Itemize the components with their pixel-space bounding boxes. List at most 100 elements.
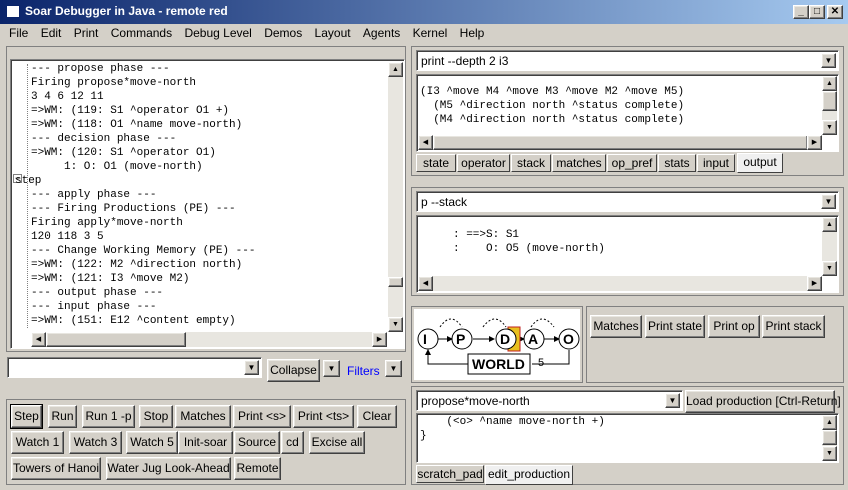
title-bar[interactable]: Soar Debugger in Java - remote red _ □ ✕ xyxy=(0,0,848,24)
stack-dropdown-icon[interactable]: ▼ xyxy=(821,194,836,209)
menu-agents[interactable]: Agents xyxy=(363,24,400,40)
tab-input[interactable]: input xyxy=(697,154,735,172)
editor-vertical-scrollbar[interactable]: ▲ ▼ xyxy=(822,415,837,461)
stack-command-combo[interactable]: p --stack ▼ xyxy=(416,191,839,212)
node-i xyxy=(417,328,439,350)
scroll-right-icon[interactable]: ▶ xyxy=(807,276,822,291)
scroll-down-icon[interactable]: ▼ xyxy=(822,261,837,276)
scroll-thumb[interactable] xyxy=(388,277,403,287)
print-command-combo[interactable]: print --depth 2 i3 ▼ xyxy=(416,50,839,71)
watch-3-button[interactable]: Watch 3 xyxy=(69,431,122,454)
menu-edit[interactable]: Edit xyxy=(41,24,62,40)
trace-horizontal-scrollbar[interactable]: ◀ ▶ xyxy=(31,332,387,347)
stack-lines: : ==>S: S1 : O: O5 (move-north) xyxy=(420,228,605,256)
trace-line: =>WM: (119: S1 ^operator O1 +) xyxy=(31,105,230,117)
tab-stack[interactable]: stack xyxy=(511,154,551,172)
matches-action-button[interactable]: Matches xyxy=(590,315,642,338)
scroll-right-icon[interactable]: ▶ xyxy=(372,332,387,347)
trace-line: Firing apply*move-north xyxy=(31,217,183,229)
run-1-p-button[interactable]: Run 1 -p xyxy=(82,405,135,428)
stop-button[interactable]: Stop xyxy=(139,405,173,428)
init-soar-button[interactable]: Init-soar xyxy=(178,431,233,454)
print-state-button[interactable]: Print state xyxy=(645,315,705,338)
production-dropdown-icon[interactable]: ▼ xyxy=(665,393,680,408)
production-combo[interactable]: propose*move-north ▼ xyxy=(416,390,683,411)
tab-edit-production[interactable]: edit_production xyxy=(485,465,573,485)
scroll-left-icon[interactable]: ◀ xyxy=(418,276,433,291)
menu-kernel[interactable]: Kernel xyxy=(413,24,448,40)
scroll-thumb[interactable] xyxy=(46,332,186,347)
scroll-up-icon[interactable]: ▲ xyxy=(822,217,837,232)
menu-layout[interactable]: Layout xyxy=(315,24,351,40)
menu-help[interactable]: Help xyxy=(460,24,485,40)
watch-5-button[interactable]: Watch 5 xyxy=(126,431,178,454)
tab-scratch-pad[interactable]: scratch_pad xyxy=(416,465,484,483)
print-ts-button[interactable]: Print <ts> xyxy=(293,405,354,428)
tab-state[interactable]: state xyxy=(416,154,456,172)
maximize-button[interactable]: □ xyxy=(809,5,825,19)
stack-output[interactable]: : ==>S: S1 : O: O5 (move-north) ▲ ▼ ◀ ▶ xyxy=(416,215,839,293)
print-output[interactable]: (I3 ^move M4 ^move M3 ^move M2 ^move M5)… xyxy=(416,74,839,152)
water-jug-button[interactable]: Water Jug Look-Ahead xyxy=(106,457,231,480)
scroll-up-icon[interactable]: ▲ xyxy=(388,62,403,77)
print-op-button[interactable]: Print op xyxy=(708,315,760,338)
tab-operator[interactable]: operator xyxy=(457,154,510,172)
filters-link[interactable]: Filters xyxy=(347,364,380,378)
filters-dropdown-icon[interactable]: ▼ xyxy=(385,360,402,377)
trace-window[interactable]: − --- propose phase --- Firing propose*m… xyxy=(10,59,405,349)
trace-line: 1: O: O1 (move-north) xyxy=(31,161,203,173)
collapse-button[interactable]: Collapse xyxy=(267,359,320,382)
decision-cycle-diagram[interactable]: I P D A O WORLD 5 xyxy=(414,309,580,380)
print-dropdown-icon[interactable]: ▼ xyxy=(821,53,836,68)
menu-print[interactable]: Print xyxy=(74,24,99,40)
production-line: } xyxy=(420,430,427,442)
watch-1-button[interactable]: Watch 1 xyxy=(11,431,64,454)
stack-vertical-scrollbar[interactable]: ▲ ▼ xyxy=(822,217,837,276)
stack-horizontal-scrollbar[interactable]: ◀ ▶ xyxy=(418,276,822,291)
step-button[interactable]: Step xyxy=(10,404,43,429)
menu-commands[interactable]: Commands xyxy=(111,24,172,40)
print-stack-button[interactable]: Print stack xyxy=(762,315,825,338)
tab-matches[interactable]: matches xyxy=(552,154,606,172)
scroll-right-icon[interactable]: ▶ xyxy=(807,135,822,150)
scroll-down-icon[interactable]: ▼ xyxy=(388,317,403,332)
scroll-down-icon[interactable]: ▼ xyxy=(822,120,837,135)
command-dropdown-icon[interactable]: ▼ xyxy=(244,360,259,375)
scroll-up-icon[interactable]: ▲ xyxy=(822,415,837,430)
matches-button[interactable]: Matches xyxy=(175,405,231,428)
trace-line: --- apply phase --- xyxy=(31,189,157,201)
scroll-left-icon[interactable]: ◀ xyxy=(418,135,433,150)
scroll-down-icon[interactable]: ▼ xyxy=(822,446,837,461)
towers-of-hanoi-button[interactable]: Towers of Hanoi xyxy=(11,457,101,480)
menu-debug-level[interactable]: Debug Level xyxy=(184,24,251,40)
collapse-dropdown-icon[interactable]: ▼ xyxy=(323,360,340,377)
source-button[interactable]: Source xyxy=(234,431,280,454)
scroll-thumb[interactable] xyxy=(433,135,808,150)
stack-line: : ==>S: S1 xyxy=(420,229,520,241)
load-production-button[interactable]: Load production [Ctrl-Return] xyxy=(685,390,841,413)
cd-button[interactable]: cd xyxy=(281,431,304,454)
excise-all-button[interactable]: Excise all xyxy=(309,431,365,454)
run-button[interactable]: Run xyxy=(48,405,77,428)
print-vertical-scrollbar[interactable]: ▲ ▼ xyxy=(822,76,837,135)
remote-button[interactable]: Remote xyxy=(234,457,281,480)
scroll-thumb[interactable] xyxy=(822,430,837,445)
menu-demos[interactable]: Demos xyxy=(264,24,302,40)
loop-arrow-ip xyxy=(439,318,463,328)
clear-button[interactable]: Clear xyxy=(357,405,397,428)
print-s-button[interactable]: Print <s> xyxy=(233,405,291,428)
close-button[interactable]: ✕ xyxy=(827,5,843,19)
production-editor[interactable]: (<o> ^name move-north +) } ▲ ▼ xyxy=(416,413,839,463)
tab-stats[interactable]: stats xyxy=(658,154,696,172)
print-horizontal-scrollbar[interactable]: ◀ ▶ xyxy=(418,135,822,150)
tab-op-pref[interactable]: op_pref xyxy=(607,154,657,172)
tab-output[interactable]: output xyxy=(737,153,783,173)
print-command: print --depth 2 i3 xyxy=(421,54,509,68)
command-input[interactable]: ▼ xyxy=(7,357,262,378)
scroll-left-icon[interactable]: ◀ xyxy=(31,332,46,347)
menu-file[interactable]: File xyxy=(9,24,28,40)
trace-vertical-scrollbar[interactable]: ▲ ▼ xyxy=(388,62,403,332)
minimize-button[interactable]: _ xyxy=(793,5,809,19)
scroll-up-icon[interactable]: ▲ xyxy=(822,76,837,91)
scroll-thumb[interactable] xyxy=(822,91,837,111)
